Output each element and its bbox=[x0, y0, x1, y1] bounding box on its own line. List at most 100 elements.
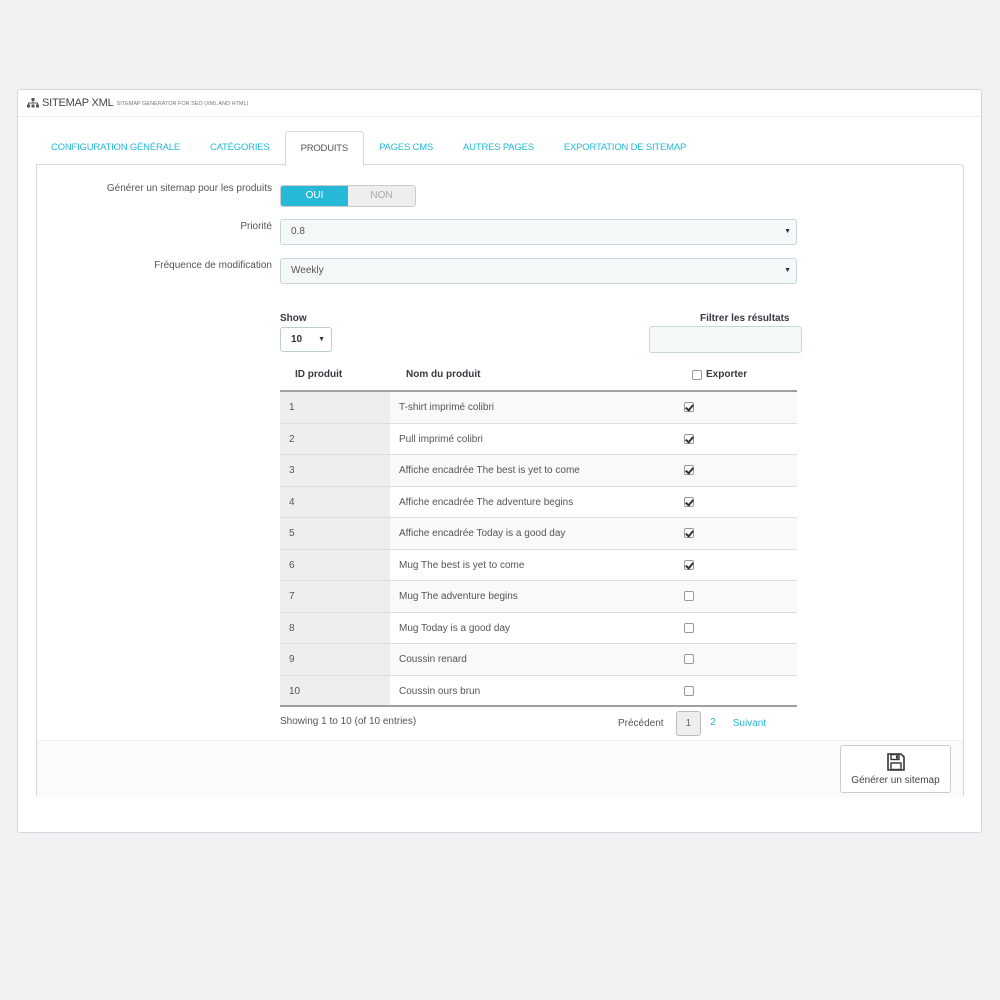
tab-products[interactable]: PRODUITS bbox=[284, 131, 365, 166]
page-subtitle: SITEMAP GENERATOR FOR SEO (XML AND HTML) bbox=[116, 101, 249, 107]
export-checkbox[interactable] bbox=[684, 622, 694, 633]
row-product-name: Affiche encadrée The adventure begins bbox=[399, 496, 574, 508]
row-export-cell bbox=[684, 465, 694, 476]
table-row: 10 Coussin ours brun bbox=[280, 675, 797, 707]
frequency-value: Weekly bbox=[291, 265, 324, 276]
show-label: Show bbox=[280, 313, 307, 324]
form-footer bbox=[37, 740, 963, 798]
export-checkbox[interactable] bbox=[684, 654, 694, 665]
row-id: 9 bbox=[280, 644, 390, 675]
export-checkbox[interactable] bbox=[684, 496, 694, 507]
products-table: ID produit Nom du produit Exporter 1 T-sh… bbox=[280, 360, 797, 707]
row-id: 1 bbox=[280, 392, 390, 423]
row-export-cell bbox=[684, 496, 694, 508]
row-product-name: Affiche encadrée Today is a good day bbox=[399, 528, 566, 539]
table-row: 9 Coussin renard bbox=[280, 644, 797, 676]
frequency-select[interactable]: Weekly ▼ bbox=[280, 258, 797, 284]
col-export-label: Exporter bbox=[706, 369, 748, 380]
row-id: 10 bbox=[280, 675, 390, 705]
page-2-link[interactable]: 2 bbox=[701, 711, 725, 736]
row-id: 6 bbox=[280, 549, 390, 580]
row-product-name: Coussin renard bbox=[399, 654, 467, 665]
tab-content: Générer un sitemap pour les produits OUI… bbox=[36, 164, 964, 798]
caret-down-icon: ▼ bbox=[784, 228, 791, 235]
row-id: 2 bbox=[280, 423, 390, 454]
tab-cms-pages[interactable]: PAGES CMS bbox=[364, 131, 448, 165]
table-row: 5 Affiche encadrée Today is a good day bbox=[280, 518, 797, 550]
export-checkbox[interactable] bbox=[684, 685, 694, 696]
col-export-header: Exporter bbox=[692, 369, 747, 380]
sitemap-icon bbox=[27, 98, 39, 108]
entries-info: Showing 1 to 10 (of 10 entries) bbox=[280, 716, 417, 727]
table-row: 7 Mug The adventure begins bbox=[280, 581, 797, 613]
generate-label-wrap: Générer un sitemap pour les produits bbox=[37, 183, 272, 197]
row-export-cell bbox=[684, 402, 694, 413]
row-id: 3 bbox=[280, 455, 390, 486]
tab-general-config[interactable]: CONFIGURATION GÉNÉRALE bbox=[36, 131, 195, 165]
select-all-checkbox[interactable] bbox=[692, 369, 702, 380]
table-header: ID produit Nom du produit Exporter bbox=[280, 360, 797, 392]
row-id: 5 bbox=[280, 518, 390, 549]
table-body: 1 T-shirt imprimé colibri 2 Pull imprimé co… bbox=[280, 392, 797, 707]
row-export-cell bbox=[684, 591, 694, 602]
caret-down-icon: ▼ bbox=[318, 336, 325, 343]
generate-sitemap-label: Générer un sitemap pour les produits bbox=[106, 183, 272, 194]
table-row: 2 Pull imprimé colibri bbox=[280, 423, 797, 455]
frequency-label-wrap: Fréquence de modification bbox=[37, 260, 272, 274]
row-id: 7 bbox=[280, 581, 390, 612]
filter-label: Filtrer les résultats bbox=[700, 313, 790, 324]
generate-sitemap-label: Générer un sitemap bbox=[851, 775, 940, 786]
export-checkbox[interactable] bbox=[684, 559, 694, 570]
prev-page-link[interactable]: Précédent bbox=[618, 718, 664, 729]
toggle-no[interactable]: NON bbox=[348, 186, 415, 206]
row-export-cell bbox=[684, 559, 694, 571]
filter-input[interactable] bbox=[649, 326, 802, 353]
toggle-yes[interactable]: OUI bbox=[281, 186, 348, 206]
page-size-select[interactable]: 10 ▼ bbox=[280, 327, 332, 352]
caret-down-icon: ▼ bbox=[784, 267, 791, 274]
next-page-link[interactable]: Suivant bbox=[733, 718, 766, 729]
page-1-link[interactable]: 1 bbox=[675, 710, 702, 736]
export-checkbox[interactable] bbox=[684, 402, 694, 413]
row-product-name: T-shirt imprimé colibri bbox=[399, 402, 495, 413]
col-id-header: ID produit bbox=[295, 369, 343, 380]
page-title: SITEMAP XML bbox=[42, 97, 114, 109]
tab-sitemap-export[interactable]: EXPORTATION DE SITEMAP bbox=[549, 131, 701, 165]
export-checkbox[interactable] bbox=[684, 465, 694, 476]
table-row: 1 T-shirt imprimé colibri bbox=[280, 392, 797, 424]
export-checkbox[interactable] bbox=[684, 591, 694, 602]
tab-other-pages[interactable]: AUTRES PAGES bbox=[448, 131, 549, 165]
frequency-label: Fréquence de modification bbox=[154, 260, 272, 271]
priority-label-wrap: Priorité bbox=[37, 221, 272, 235]
export-checkbox[interactable] bbox=[684, 433, 694, 444]
pagination: Précédent 1 2 Suivant bbox=[618, 710, 766, 736]
row-id: 8 bbox=[280, 612, 390, 643]
row-product-name: Mug The adventure begins bbox=[399, 591, 518, 602]
tab-bar: CONFIGURATION GÉNÉRALE CATÉGORIES PRODUI… bbox=[36, 131, 701, 166]
table-row: 4 Affiche encadrée The adventure begins bbox=[280, 486, 797, 518]
row-export-cell bbox=[684, 622, 694, 634]
table-row: 3 Affiche encadrée The best is yet to com… bbox=[280, 455, 797, 487]
row-export-cell bbox=[684, 654, 694, 665]
priority-value: 0.8 bbox=[291, 226, 305, 237]
panel-heading: SITEMAP XML SITEMAP GENERATOR FOR SEO (X… bbox=[18, 90, 981, 117]
table-row: 8 Mug Today is a good day bbox=[280, 612, 797, 644]
row-product-name: Mug The best is yet to come bbox=[399, 559, 525, 571]
row-product-name: Coussin ours brun bbox=[399, 685, 481, 697]
row-id: 4 bbox=[280, 486, 390, 517]
row-product-name: Affiche encadrée The best is yet to come bbox=[399, 465, 580, 476]
row-export-cell bbox=[684, 433, 694, 445]
generate-sitemap-button[interactable]: Générer un sitemap bbox=[840, 745, 951, 793]
row-product-name: Mug Today is a good day bbox=[399, 622, 511, 634]
col-name-header: Nom du produit bbox=[406, 369, 481, 380]
main-panel: SITEMAP XML SITEMAP GENERATOR FOR SEO (X… bbox=[17, 89, 982, 833]
table-row: 6 Mug The best is yet to come bbox=[280, 549, 797, 581]
generate-sitemap-toggle[interactable]: OUI NON bbox=[280, 185, 416, 207]
row-export-cell bbox=[684, 685, 694, 697]
row-product-name: Pull imprimé colibri bbox=[399, 433, 483, 445]
tab-categories[interactable]: CATÉGORIES bbox=[195, 131, 285, 165]
export-checkbox[interactable] bbox=[684, 528, 694, 539]
save-icon bbox=[886, 753, 905, 771]
priority-select[interactable]: 0.8 ▼ bbox=[280, 219, 797, 245]
page-size-value: 10 bbox=[291, 334, 303, 345]
